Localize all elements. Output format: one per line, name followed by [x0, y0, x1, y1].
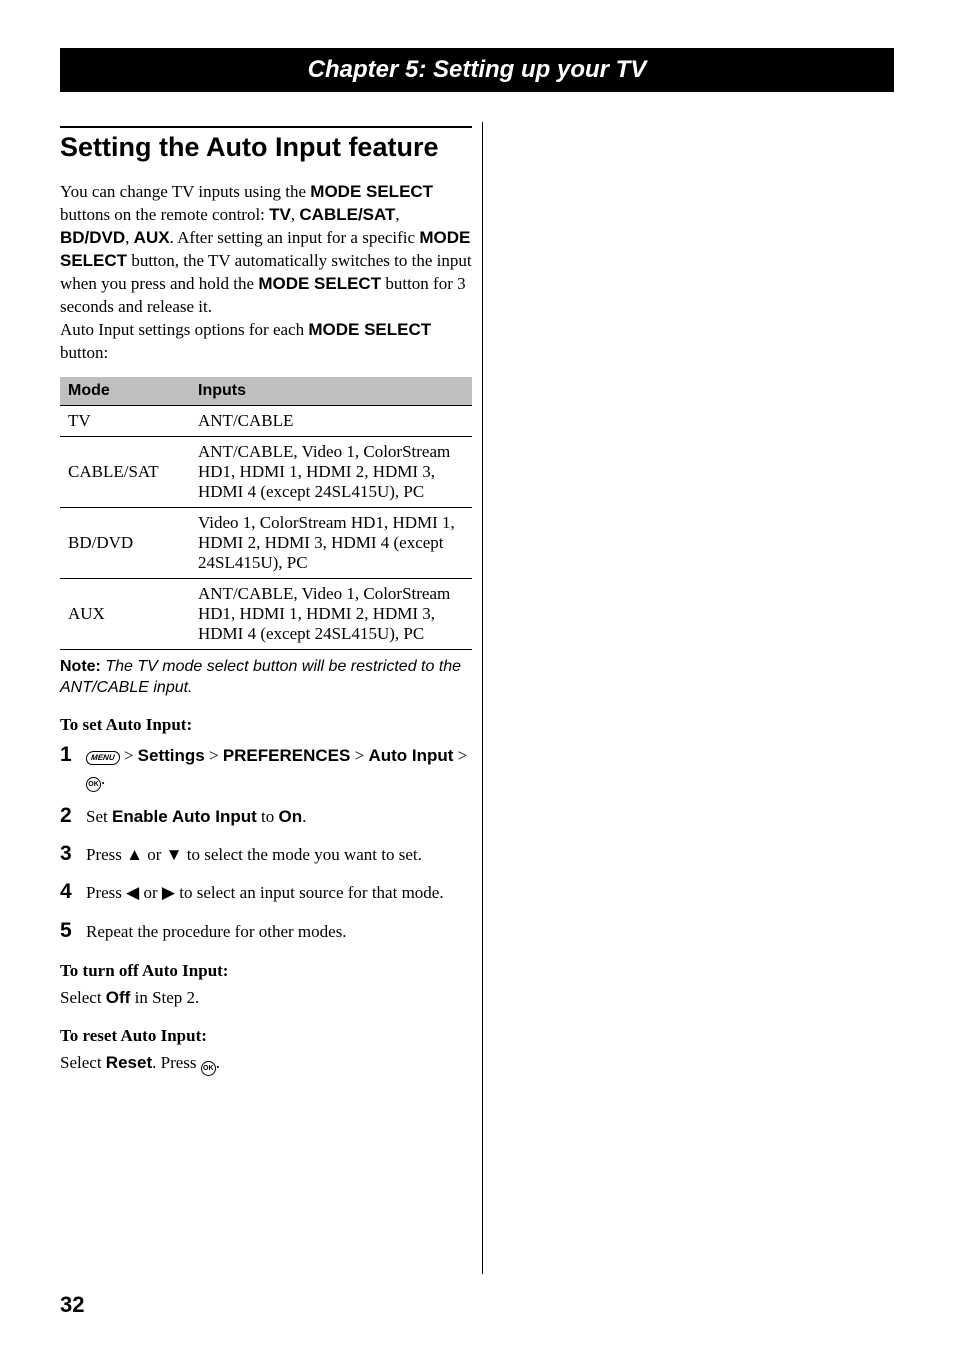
note: Note: The TV mode select button will be … — [60, 656, 472, 699]
ok-icon: OK — [86, 777, 101, 792]
text: or — [143, 845, 166, 864]
page-number: 32 — [60, 1292, 84, 1318]
inputs-cell: ANT/CABLE, Video 1, ColorStream HD1, HDM… — [190, 578, 472, 649]
bold: PREFERENCES — [223, 746, 351, 765]
text: in Step 2. — [130, 988, 199, 1007]
right-arrow-icon: ▶ — [162, 883, 175, 902]
left-arrow-icon: ◀ — [126, 883, 139, 902]
step-2: Set Enable Auto Input to On. — [60, 802, 472, 830]
ok-icon: OK — [201, 1061, 216, 1076]
chapter-header: Chapter 5: Setting up your TV — [60, 48, 894, 92]
reset-heading: To reset Auto Input: — [60, 1026, 472, 1046]
text: Auto Input settings options for each — [60, 320, 308, 339]
mode-cell: AUX — [60, 578, 190, 649]
text: . After setting an input for a specific — [170, 228, 420, 247]
inputs-cell: ANT/CABLE — [190, 405, 472, 436]
text: . — [216, 1053, 220, 1072]
text: to select the mode you want to set. — [182, 845, 421, 864]
text: , — [125, 228, 134, 247]
bold: Reset — [106, 1053, 152, 1072]
left-column: Setting the Auto Input feature You can c… — [60, 126, 472, 1076]
bold: MODE SELECT — [310, 182, 433, 201]
bold: Auto Input — [368, 746, 453, 765]
step-5: Repeat the procedure for other modes. — [60, 917, 472, 945]
text: You can change TV inputs using the — [60, 182, 310, 201]
step-1: MENU > Settings > PREFERENCES > Auto Inp… — [60, 741, 472, 792]
section-rule — [60, 126, 472, 128]
intro-paragraph: You can change TV inputs using the MODE … — [60, 181, 472, 319]
bold: Enable Auto Input — [112, 807, 257, 826]
bold: TV — [269, 205, 291, 224]
set-heading: To set Auto Input: — [60, 715, 472, 735]
bold: On — [279, 807, 303, 826]
text: button: — [60, 343, 108, 362]
section-title: Setting the Auto Input feature — [60, 132, 472, 163]
text: Press — [86, 883, 126, 902]
text: to select an input source for that mode. — [175, 883, 444, 902]
text: Select — [60, 1053, 106, 1072]
text: or — [139, 883, 162, 902]
table-row: AUX ANT/CABLE, Video 1, ColorStream HD1,… — [60, 578, 472, 649]
off-heading: To turn off Auto Input: — [60, 961, 472, 981]
down-arrow-icon: ▼ — [166, 845, 183, 864]
menu-icon: MENU — [85, 751, 120, 765]
table-row: BD/DVD Video 1, ColorStream HD1, HDMI 1,… — [60, 507, 472, 578]
step-3: Press ▲ or ▼ to select the mode you want… — [60, 840, 472, 868]
inputs-cell: Video 1, ColorStream HD1, HDMI 1, HDMI 2… — [190, 507, 472, 578]
bold: MODE SELECT — [258, 274, 381, 293]
text: to — [257, 807, 279, 826]
text: Select — [60, 988, 106, 1007]
intro-paragraph-2: Auto Input settings options for each MOD… — [60, 319, 472, 365]
bold: MODE SELECT — [308, 320, 431, 339]
table-header-mode: Mode — [60, 377, 190, 406]
reset-text: Select Reset. Press OK. — [60, 1052, 472, 1076]
inputs-table: Mode Inputs TV ANT/CABLE CABLE/SAT ANT/C… — [60, 377, 472, 650]
text: > — [120, 746, 138, 765]
inputs-cell: ANT/CABLE, Video 1, ColorStream HD1, HDM… — [190, 436, 472, 507]
text: > — [205, 746, 223, 765]
text: buttons on the remote control: — [60, 205, 269, 224]
mode-cell: BD/DVD — [60, 507, 190, 578]
table-header-inputs: Inputs — [190, 377, 472, 406]
steps-list: MENU > Settings > PREFERENCES > Auto Inp… — [60, 741, 472, 945]
up-arrow-icon: ▲ — [126, 845, 143, 864]
mode-cell: TV — [60, 405, 190, 436]
bold: CABLE/SAT — [299, 205, 395, 224]
off-text: Select Off in Step 2. — [60, 987, 472, 1010]
text: > — [350, 746, 368, 765]
text: , — [395, 205, 399, 224]
bold: Off — [106, 988, 131, 1007]
column-divider — [482, 122, 483, 1274]
text: Repeat the procedure for other modes. — [86, 921, 472, 944]
text: Set — [86, 807, 112, 826]
note-text: The TV mode select button will be restri… — [60, 658, 461, 697]
mode-cell: CABLE/SAT — [60, 436, 190, 507]
text: Press — [86, 845, 126, 864]
table-row: CABLE/SAT ANT/CABLE, Video 1, ColorStrea… — [60, 436, 472, 507]
bold: AUX — [134, 228, 170, 247]
text: > — [453, 746, 467, 765]
table-row: TV ANT/CABLE — [60, 405, 472, 436]
step-4: Press ◀ or ▶ to select an input source f… — [60, 878, 472, 906]
note-label: Note: — [60, 658, 101, 675]
bold: BD/DVD — [60, 228, 125, 247]
text: . — [302, 807, 306, 826]
text: . — [101, 769, 105, 788]
bold: Settings — [138, 746, 205, 765]
text: . Press — [152, 1053, 201, 1072]
